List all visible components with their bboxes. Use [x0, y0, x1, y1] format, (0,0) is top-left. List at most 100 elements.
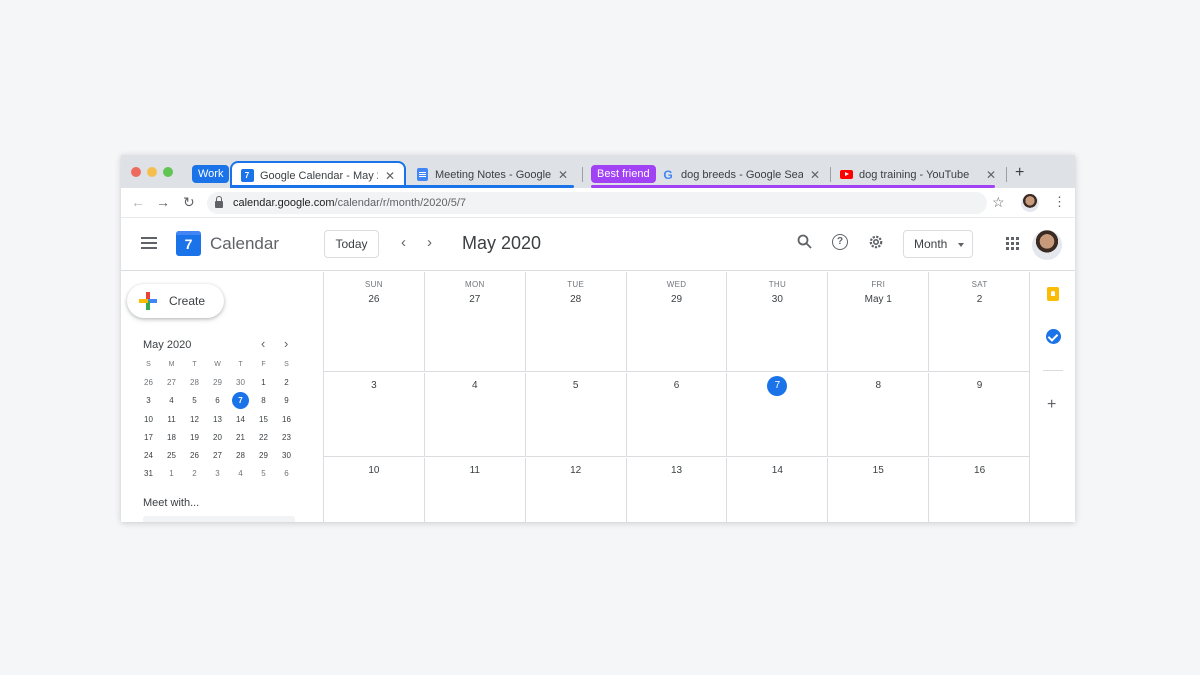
profile-avatar[interactable] — [1021, 194, 1039, 212]
create-button[interactable]: Create — [127, 284, 224, 318]
day-cell[interactable]: 11 — [425, 458, 526, 522]
mini-day[interactable]: 27 — [206, 447, 229, 465]
mini-day[interactable]: 3 — [137, 392, 160, 410]
bookmark-star-icon[interactable]: ☆ — [992, 194, 1005, 211]
day-cell[interactable]: 4 — [425, 373, 526, 456]
minimize-window-button[interactable] — [147, 167, 157, 177]
mini-day[interactable]: 30 — [229, 374, 252, 392]
view-switcher-dropdown[interactable]: Month — [903, 230, 973, 258]
maximize-window-button[interactable] — [163, 167, 173, 177]
mini-day[interactable]: 10 — [137, 411, 160, 429]
today-date-label[interactable]: 7 — [727, 376, 827, 396]
mini-day[interactable]: 9 — [275, 392, 298, 410]
mini-day[interactable]: 17 — [137, 429, 160, 447]
day-cell[interactable]: 5 — [526, 373, 627, 456]
mini-chevron-right-icon[interactable]: › — [284, 336, 288, 351]
mini-day[interactable]: 28 — [229, 447, 252, 465]
mini-day[interactable]: 12 — [183, 411, 206, 429]
address-bar[interactable]: calendar.google.com/calendar/r/month/202… — [207, 192, 987, 214]
date-label[interactable]: 29 — [627, 294, 727, 305]
tab-google-calendar[interactable]: 7 Google Calendar - May 2020 ✕ — [230, 161, 406, 188]
mini-day[interactable]: 2 — [275, 374, 298, 392]
mini-day[interactable]: 29 — [252, 447, 275, 465]
date-label[interactable]: 12 — [526, 465, 626, 476]
day-cell[interactable]: 14 — [727, 458, 829, 522]
day-cell[interactable]: MON 27 — [425, 272, 526, 371]
settings-gear-icon[interactable] — [868, 234, 884, 254]
reload-icon[interactable]: ↻ — [183, 194, 195, 211]
mini-day[interactable]: 13 — [206, 411, 229, 429]
mini-day[interactable]: 22 — [252, 429, 275, 447]
mini-day[interactable]: 25 — [160, 447, 183, 465]
tab-dog-training[interactable]: dog training - YouTube ✕ — [833, 161, 1005, 188]
day-cell[interactable]: TUE 28 — [526, 272, 627, 371]
close-window-button[interactable] — [131, 167, 141, 177]
day-cell[interactable]: THU 30 — [727, 272, 829, 371]
mini-day[interactable]: 2 — [183, 465, 206, 483]
mini-day-selected[interactable]: 7 — [229, 392, 252, 410]
date-label[interactable]: 10 — [324, 465, 424, 476]
close-icon[interactable]: ✕ — [382, 169, 398, 183]
tab-group-best-friend[interactable]: Best friend — [591, 165, 656, 183]
day-cell[interactable]: 6 — [627, 373, 728, 456]
chevron-left-icon[interactable]: ‹ — [401, 234, 406, 251]
date-label[interactable]: May 1 — [828, 294, 928, 305]
day-cell[interactable]: 10 — [324, 458, 425, 522]
mini-day[interactable]: 19 — [183, 429, 206, 447]
tab-meeting-notes[interactable]: Meeting Notes - Google Docs ✕ — [409, 161, 577, 188]
mini-day[interactable]: 27 — [160, 374, 183, 392]
day-cell[interactable]: WED 29 — [627, 272, 728, 371]
date-label[interactable]: 30 — [727, 294, 827, 305]
mini-day[interactable]: 6 — [275, 465, 298, 483]
date-label[interactable]: 28 — [526, 294, 626, 305]
day-cell[interactable]: 16 — [929, 458, 1030, 522]
tab-group-work[interactable]: Work — [192, 165, 230, 183]
search-icon[interactable] — [797, 234, 812, 253]
day-cell[interactable]: SUN 26 — [324, 272, 425, 371]
day-cell[interactable]: 13 — [627, 458, 728, 522]
day-cell[interactable]: 3 — [324, 373, 425, 456]
close-icon[interactable]: ✕ — [807, 168, 823, 182]
mini-day[interactable]: 15 — [252, 411, 275, 429]
close-icon[interactable]: ✕ — [555, 168, 571, 182]
mini-day[interactable]: 18 — [160, 429, 183, 447]
mini-day[interactable]: 1 — [252, 374, 275, 392]
mini-day[interactable]: 29 — [206, 374, 229, 392]
mini-day[interactable]: 26 — [183, 447, 206, 465]
mini-day[interactable]: 8 — [252, 392, 275, 410]
date-label[interactable]: 6 — [627, 380, 727, 391]
mini-day[interactable]: 1 — [160, 465, 183, 483]
date-label[interactable]: 2 — [929, 294, 1030, 305]
add-addon-icon[interactable]: + — [1047, 396, 1056, 414]
mini-day[interactable]: 30 — [275, 447, 298, 465]
chevron-right-icon[interactable]: › — [427, 234, 432, 251]
mini-day[interactable]: 31 — [137, 465, 160, 483]
tasks-icon[interactable] — [1046, 329, 1061, 344]
day-cell[interactable]: 7 — [727, 373, 829, 456]
day-cell[interactable]: SAT 2 — [929, 272, 1030, 371]
date-label[interactable]: 27 — [425, 294, 525, 305]
mini-day[interactable]: 3 — [206, 465, 229, 483]
forward-arrow-icon[interactable]: → — [156, 194, 170, 210]
mini-day[interactable]: 26 — [137, 374, 160, 392]
new-tab-button[interactable]: + — [1015, 164, 1024, 182]
mini-day[interactable]: 11 — [160, 411, 183, 429]
mini-day[interactable]: 4 — [160, 392, 183, 410]
close-icon[interactable]: ✕ — [983, 168, 999, 182]
date-label[interactable]: 11 — [425, 465, 525, 476]
keep-icon[interactable] — [1047, 287, 1059, 301]
day-cell[interactable]: 12 — [526, 458, 627, 522]
help-icon[interactable]: ? — [832, 234, 848, 250]
day-cell[interactable]: 15 — [828, 458, 930, 522]
mini-day[interactable]: 4 — [229, 465, 252, 483]
date-label[interactable]: 15 — [828, 465, 928, 476]
mini-day[interactable]: 6 — [206, 392, 229, 410]
mini-day[interactable]: 20 — [206, 429, 229, 447]
date-label[interactable]: 9 — [929, 380, 1030, 391]
date-label[interactable]: 16 — [929, 465, 1030, 476]
google-apps-icon[interactable] — [1006, 237, 1009, 240]
date-label[interactable]: 8 — [828, 380, 928, 391]
date-label[interactable]: 4 — [425, 380, 525, 391]
mini-day[interactable]: 5 — [183, 392, 206, 410]
day-cell[interactable]: 8 — [828, 373, 930, 456]
